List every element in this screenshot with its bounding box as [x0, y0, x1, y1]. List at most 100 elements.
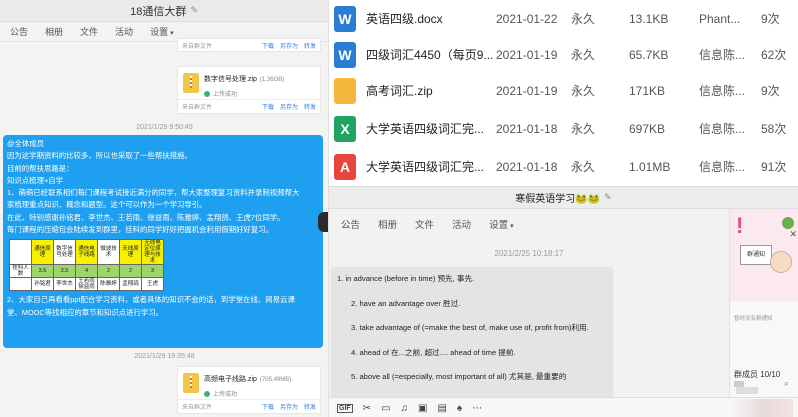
- file-name: 高频电子线路.zip: [204, 376, 257, 383]
- chat-title-bar: 18通信大群 ✎: [0, 0, 328, 22]
- bell-icon[interactable]: ♠: [457, 403, 462, 414]
- tab-announcement[interactable]: 公告: [341, 217, 360, 231]
- tab-settings-label: 设置: [489, 220, 509, 231]
- msg-line: 目前的帮扶思路是：: [7, 163, 74, 173]
- table-cell: 4: [75, 264, 98, 279]
- file-row[interactable]: X 大学英语四级词汇完... 2021-01-18 永久 697KB 信息陈... 58次: [329, 110, 798, 147]
- file-upload-date: 2021-01-19: [496, 47, 558, 62]
- notice-tip: 暂时没有群通知: [734, 316, 773, 322]
- file-row[interactable]: W 四级词汇4450（每页9... 2021-01-19 永久 65.7KB 信息陈...…: [329, 36, 798, 73]
- tab-files[interactable]: 文件: [80, 25, 98, 38]
- tab-files[interactable]: 文件: [415, 217, 434, 231]
- download-link[interactable]: 下载: [262, 41, 274, 50]
- chat-title-bar: 寒假英语学习🐸🐸 ✎: [329, 187, 798, 209]
- gif-icon[interactable]: GIF: [337, 403, 353, 413]
- file-row[interactable]: 高考词汇.zip 2021-01-19 永久 171KB 信息陈... 9次: [329, 72, 798, 109]
- table-cell: 王若雨 徐益雨: [75, 277, 98, 292]
- file-source: 来自群文件: [182, 105, 213, 111]
- file-row[interactable]: A 大学英语四级词汇完... 2021-01-18 永久 1.01MB 信息陈... 91次: [329, 148, 798, 185]
- file-size: 13.1KB: [629, 11, 669, 26]
- file-source: 来自群文件: [182, 43, 213, 50]
- tab-activity[interactable]: 活动: [115, 25, 133, 38]
- tab-activity[interactable]: 活动: [452, 217, 471, 231]
- success-icon: [204, 390, 210, 397]
- scissors-icon[interactable]: ✂: [363, 403, 371, 414]
- music-icon[interactable]: ♫: [401, 403, 409, 414]
- tab-settings[interactable]: 设置 ▾: [489, 217, 514, 231]
- file-card-hf[interactable]: 高频电子线路.zip (705.49MB) 上传成功 来自群文件 下载 另存为 转…: [177, 366, 321, 414]
- exclamation-icon: !: [736, 213, 744, 238]
- phone-icon[interactable]: [782, 217, 794, 229]
- tab-settings[interactable]: 设置 ▾: [150, 25, 174, 38]
- group-notice-banner[interactable]: ! ✕ 群通知: [730, 209, 798, 301]
- msg-line: 知识点梳理+自学: [7, 175, 64, 185]
- member-count: 群成员 10/10: [734, 370, 781, 379]
- file-type-icon: X: [334, 115, 356, 142]
- msg-line: 1. in advance (before in time) 预先, 事先.: [337, 274, 475, 283]
- table-cell: [9, 277, 32, 292]
- blurred-member-list: [733, 399, 793, 417]
- search-icon[interactable]: ⌕: [784, 379, 788, 389]
- download-link[interactable]: 下载: [262, 402, 274, 411]
- file-download-count: 9次: [761, 12, 780, 26]
- download-link[interactable]: 下载: [262, 102, 274, 111]
- msg-line: 家梳理重点知识、概念和题型。这个可以作为一个学习导引。: [7, 200, 207, 210]
- edit-title-icon[interactable]: ✎: [604, 192, 612, 203]
- file-uploader: 信息陈...: [699, 84, 746, 98]
- file-type-icon: [334, 77, 356, 104]
- table-header-cell: 微波技术: [97, 239, 120, 266]
- table-header-cell: [9, 239, 32, 266]
- success-icon: [204, 90, 210, 97]
- table-cell: 3.5: [31, 264, 54, 279]
- forward-link[interactable]: 转发: [304, 41, 316, 50]
- edit-title-icon[interactable]: ✎: [190, 5, 198, 16]
- save-as-link[interactable]: 另存为: [280, 402, 298, 411]
- table-header-cell: 天线原理: [119, 239, 142, 266]
- msg-line: 因为这学期资料的比较多，所以也采取了一些帮扶措施。: [7, 151, 192, 161]
- upload-status: 上传成功: [213, 392, 238, 398]
- save-as-link[interactable]: 另存为: [280, 102, 298, 111]
- avatar[interactable]: [318, 212, 328, 232]
- file-expiry: 永久: [571, 48, 596, 62]
- folder-icon[interactable]: ▭: [381, 403, 390, 414]
- table-cell: 王虎: [141, 277, 164, 292]
- tab-album[interactable]: 相册: [378, 217, 397, 231]
- table-cell: 孟翔鸽: [119, 277, 142, 292]
- table-cell: 孙铭君: [31, 277, 54, 292]
- course-table: 通信原理 数字信号处理 通信电子线路 微波技术 天线原理 无线电定位原理与技术 …: [9, 239, 164, 292]
- group-tabs: 公告 相册 文件 活动 设置 ▾: [329, 213, 514, 235]
- file-name: 英语四级.docx: [366, 12, 443, 26]
- table-header-cell: 通信电子线路: [75, 239, 98, 266]
- file-upload-date: 2021-01-22: [496, 11, 558, 26]
- file-size: 697KB: [629, 121, 666, 136]
- upload-status: 上传成功: [213, 92, 238, 98]
- save-as-link[interactable]: 另存为: [280, 41, 298, 50]
- file-size: 171KB: [629, 83, 666, 98]
- input-toolbar: GIF ✂ ▭ ♫ ▣ ▤ ♠ ⋯ ⤢ ◷: [329, 397, 798, 417]
- video-icon[interactable]: ▤: [437, 403, 446, 414]
- more-icon[interactable]: ⋯: [472, 403, 482, 414]
- file-row[interactable]: W 英语四级.docx 2021-01-22 永久 13.1KB Phant... 9次: [329, 0, 798, 37]
- blurred-member-name: [736, 387, 758, 394]
- tab-album[interactable]: 相册: [45, 25, 63, 38]
- file-upload-date: 2021-01-18: [496, 159, 558, 174]
- file-name: 大学英语四级词汇完...: [366, 160, 485, 174]
- group-chat-window-left: 18通信大群 ✎ 公告 相册 文件 活动 设置 ▾ 来自群文件 下载 另存为 转发…: [0, 0, 329, 417]
- msg-line: 每门课程的压缩包会陆续发到群里，挂科的同学好好把握机会利用假期好好复习。: [7, 225, 274, 235]
- msg-line: 4. ahead of 在...之前, 超过.... ahead of time…: [351, 347, 516, 357]
- msg-line: 1、萌萌已经联系相们每门课程考试接近满分的同学，帮大家整理复习资料并录制视频帮大: [7, 188, 300, 198]
- file-card-dsp[interactable]: 数字信号处理.zip (1.36GB) 上传成功 来自群文件 下载 另存为 转发: [177, 66, 321, 114]
- file-upload-date: 2021-01-19: [496, 83, 558, 98]
- chat-title: 寒假英语学习🐸🐸: [515, 194, 601, 205]
- file-type-icon: W: [334, 41, 356, 68]
- image-icon[interactable]: ▣: [418, 403, 427, 414]
- file-uploader: 信息陈...: [699, 48, 746, 62]
- tab-announcement[interactable]: 公告: [10, 25, 28, 38]
- table-cell: 挂科人数: [9, 264, 32, 279]
- table-cell: 3.5: [53, 264, 76, 279]
- forward-link[interactable]: 转发: [304, 402, 316, 411]
- table-header-cell: 通信原理: [31, 239, 54, 266]
- close-icon[interactable]: ✕: [789, 229, 797, 240]
- forward-link[interactable]: 转发: [304, 102, 316, 111]
- msg-line: 2、大家自己再看看ppt配合学习资料，或者具体的知识不会的话，到学堂在线、网易云…: [7, 295, 295, 305]
